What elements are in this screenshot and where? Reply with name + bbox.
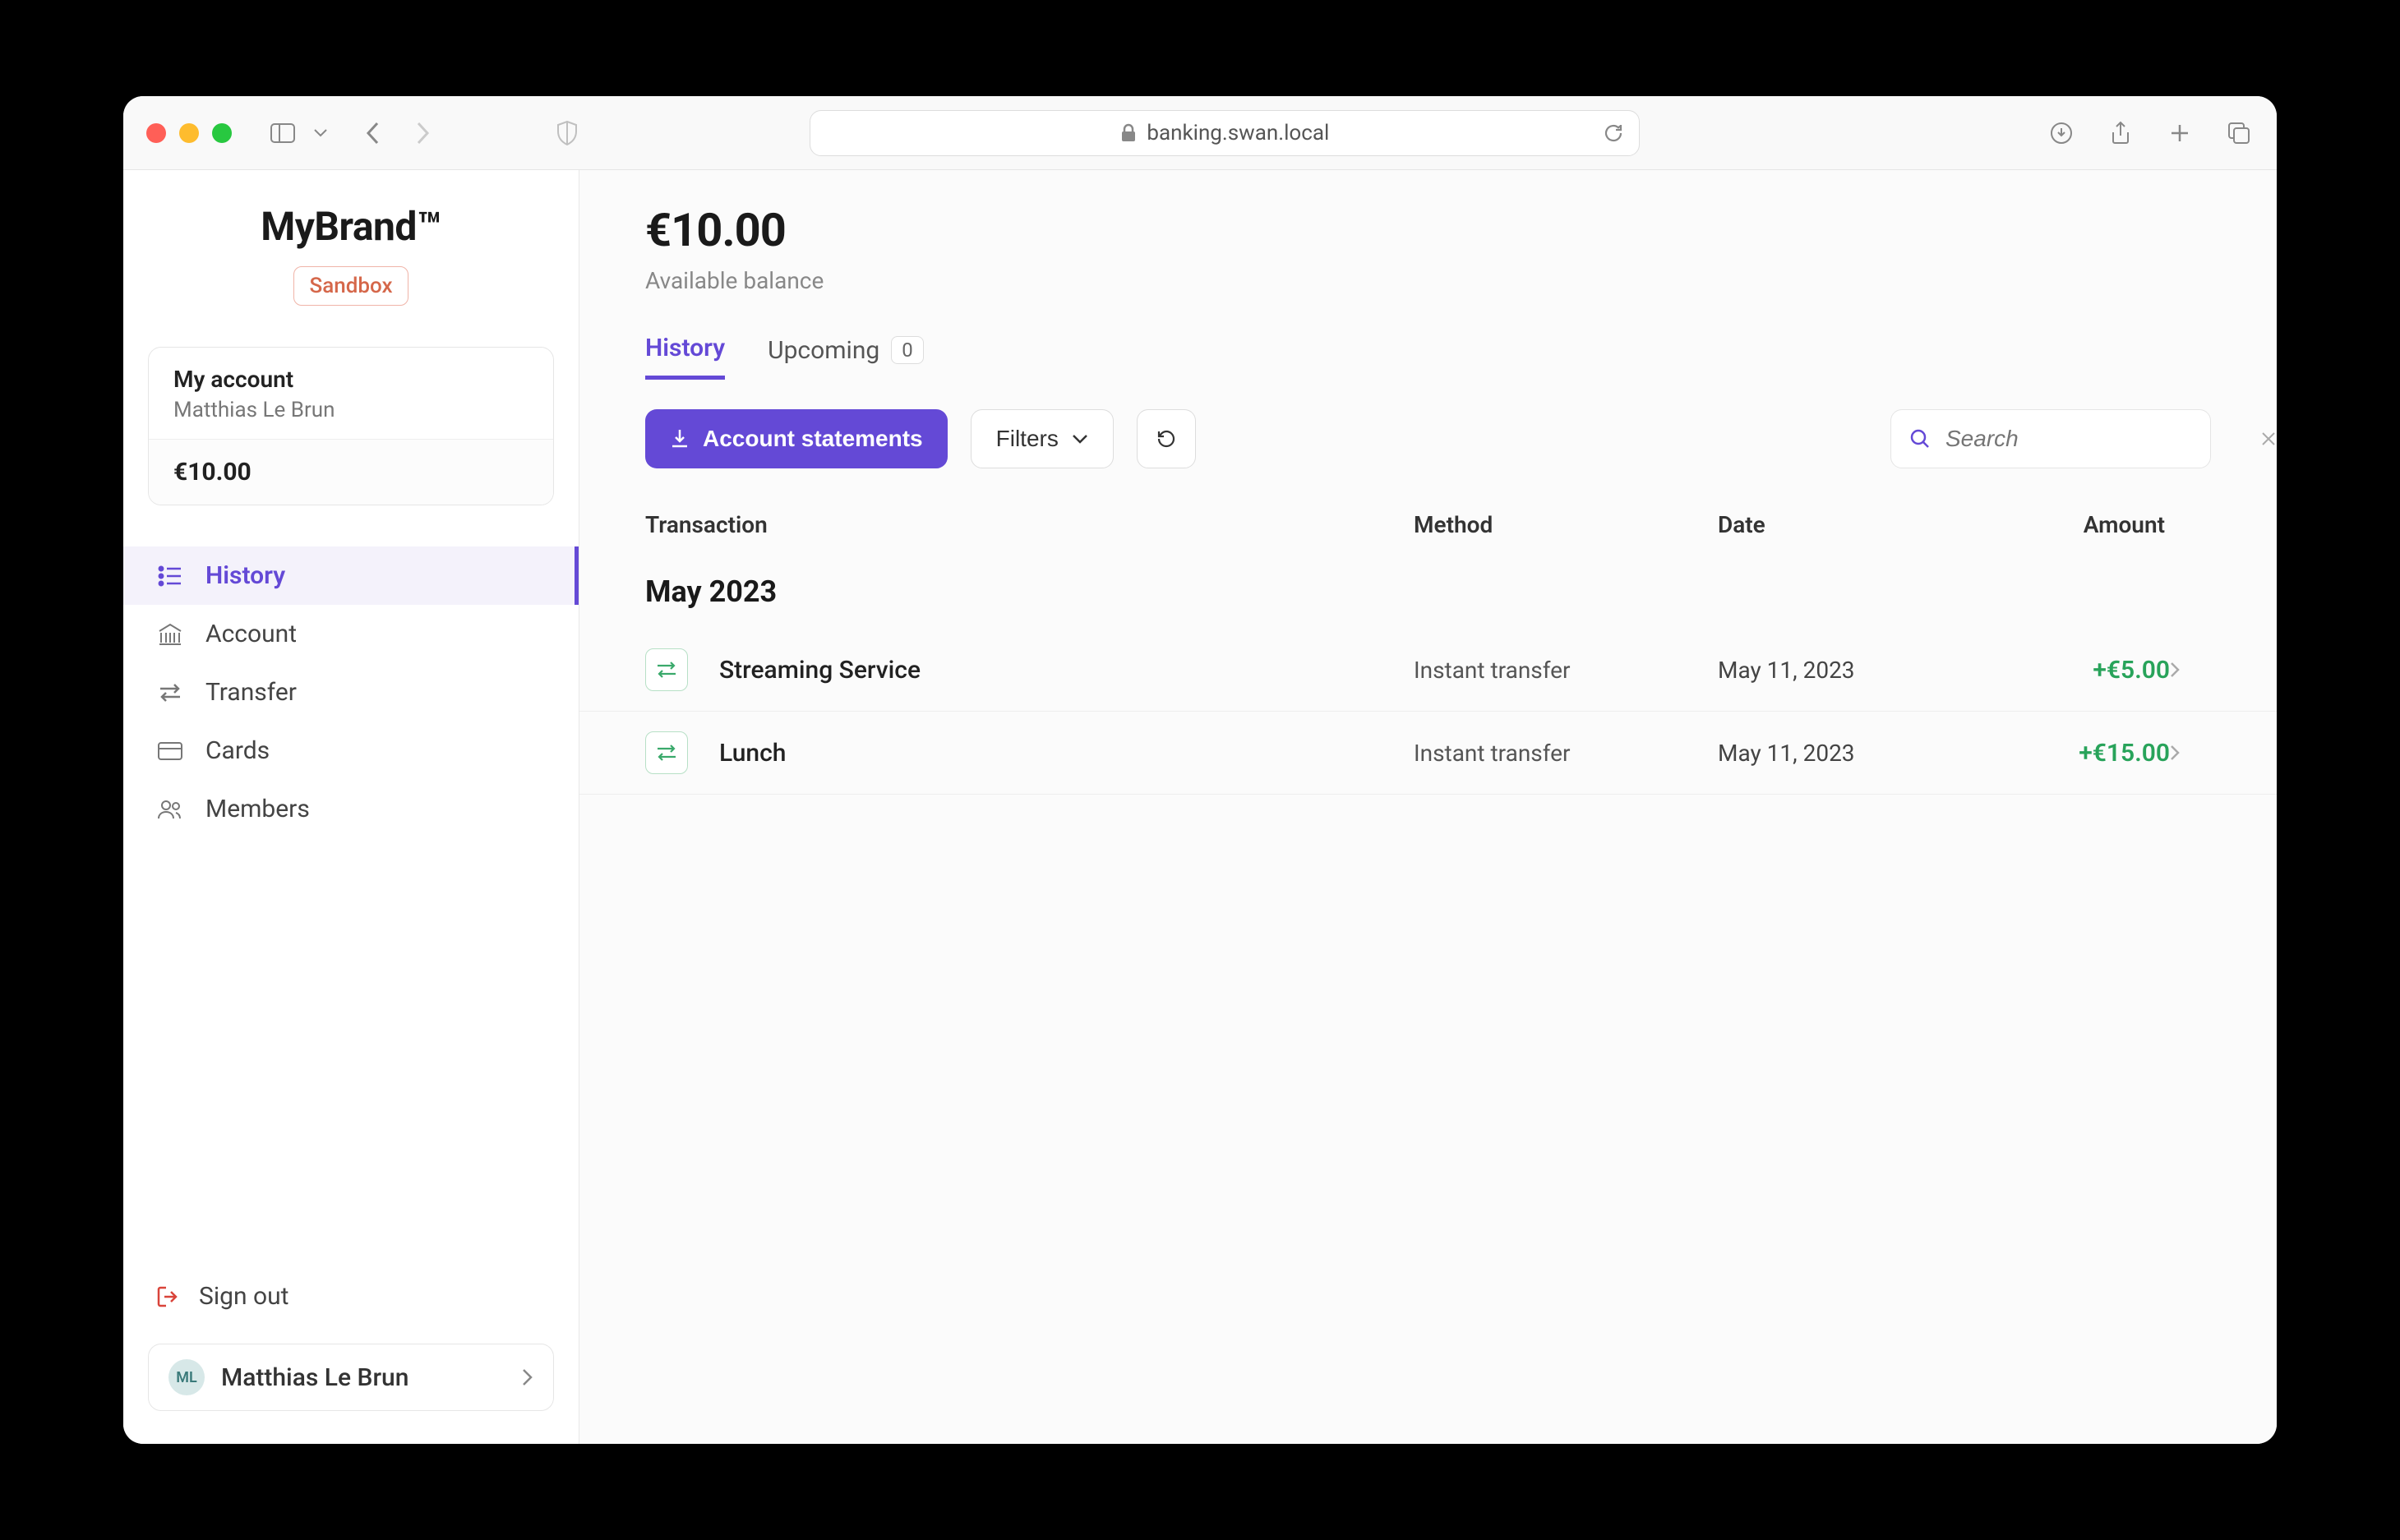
list-icon bbox=[156, 562, 184, 590]
privacy-shield-icon[interactable] bbox=[552, 118, 582, 148]
table-header: Transaction Method Date Amount bbox=[579, 498, 2277, 558]
reload-icon[interactable] bbox=[1603, 122, 1624, 144]
sidebar-item-transfer[interactable]: Transfer bbox=[123, 663, 579, 722]
refresh-icon bbox=[1156, 428, 1177, 450]
tab-label: Upcoming bbox=[768, 336, 879, 365]
search-box[interactable] bbox=[1890, 409, 2211, 468]
column-method: Method bbox=[1414, 511, 1718, 538]
transaction-date: May 11, 2023 bbox=[1718, 657, 1981, 684]
card-icon bbox=[156, 737, 184, 765]
account-card[interactable]: My account Matthias Le Brun €10.00 bbox=[148, 347, 554, 505]
account-statements-label: Account statements bbox=[703, 426, 923, 452]
account-card-balance: €10.00 bbox=[149, 439, 553, 505]
avatar: ML bbox=[168, 1359, 205, 1395]
transaction-name: Streaming Service bbox=[719, 656, 1414, 685]
transaction-date: May 11, 2023 bbox=[1718, 740, 1981, 767]
maximize-window-button[interactable] bbox=[212, 123, 232, 143]
sandbox-badge: Sandbox bbox=[293, 266, 408, 306]
sidebar-item-label: Members bbox=[205, 795, 310, 823]
tab-label: History bbox=[645, 334, 725, 362]
tabs: History Upcoming 0 bbox=[645, 334, 2211, 380]
close-window-button[interactable] bbox=[146, 123, 166, 143]
browser-window: banking.swan.local MyBrand™ Sa bbox=[123, 96, 2277, 1444]
back-button[interactable] bbox=[358, 118, 388, 148]
share-icon[interactable] bbox=[2106, 118, 2135, 148]
tab-history[interactable]: History bbox=[645, 334, 725, 380]
transaction-method: Instant transfer bbox=[1414, 740, 1718, 767]
refresh-button[interactable] bbox=[1137, 409, 1196, 468]
tabs-icon[interactable] bbox=[2224, 118, 2254, 148]
column-amount: Amount bbox=[1981, 511, 2211, 538]
brand-title: MyBrand™ bbox=[148, 203, 554, 250]
main-content: €10.00 Available balance History Upcomin… bbox=[579, 170, 2277, 1444]
account-card-label: My account bbox=[173, 366, 528, 393]
bank-icon bbox=[156, 620, 184, 648]
transaction-amount: +€5.00 bbox=[1981, 656, 2170, 685]
chevron-right-icon bbox=[522, 1368, 533, 1386]
sidebar-item-label: Account bbox=[205, 620, 297, 648]
download-icon bbox=[670, 428, 690, 450]
traffic-lights bbox=[146, 123, 232, 143]
transaction-row[interactable]: Streaming Service Instant transfer May 1… bbox=[579, 629, 2277, 712]
chevron-down-icon bbox=[1072, 434, 1088, 444]
month-header: May 2023 bbox=[579, 558, 2277, 629]
balance-amount: €10.00 bbox=[645, 203, 2211, 257]
lock-icon bbox=[1120, 123, 1137, 143]
sidebar-item-account[interactable]: Account bbox=[123, 605, 579, 663]
profile-name: Matthias Le Brun bbox=[221, 1363, 505, 1392]
transfer-in-icon bbox=[645, 731, 688, 774]
search-icon bbox=[1909, 428, 1931, 450]
sidebar-toggle-group[interactable] bbox=[268, 118, 335, 148]
app-sidebar: MyBrand™ Sandbox My account Matthias Le … bbox=[123, 170, 579, 1444]
sidebar-item-cards[interactable]: Cards bbox=[123, 722, 579, 780]
chevron-right-icon bbox=[2170, 662, 2211, 678]
chevron-down-icon bbox=[306, 118, 335, 148]
column-date: Date bbox=[1718, 511, 1981, 538]
sign-out-label: Sign out bbox=[199, 1282, 288, 1311]
sidebar-nav: History Account Transfer bbox=[123, 546, 579, 838]
browser-toolbar: banking.swan.local bbox=[123, 96, 2277, 170]
sidebar-item-label: History bbox=[205, 561, 285, 590]
sidebar-item-members[interactable]: Members bbox=[123, 780, 579, 838]
filters-label: Filters bbox=[996, 426, 1059, 452]
upcoming-count-badge: 0 bbox=[891, 336, 924, 364]
sign-out-icon bbox=[156, 1285, 181, 1308]
clear-search-icon[interactable] bbox=[2260, 431, 2277, 447]
address-bar[interactable]: banking.swan.local bbox=[810, 110, 1640, 156]
transaction-name: Lunch bbox=[719, 739, 1414, 768]
sidebar-item-label: Transfer bbox=[205, 678, 297, 707]
transaction-row[interactable]: Lunch Instant transfer May 11, 2023 +€15… bbox=[579, 712, 2277, 795]
sidebar-item-history[interactable]: History bbox=[123, 546, 579, 605]
tab-upcoming[interactable]: Upcoming 0 bbox=[768, 336, 924, 378]
account-card-holder: Matthias Le Brun bbox=[173, 398, 528, 422]
balance-label: Available balance bbox=[645, 267, 2211, 294]
transaction-amount: +€15.00 bbox=[1981, 739, 2170, 768]
account-statements-button[interactable]: Account statements bbox=[645, 409, 948, 468]
new-tab-icon[interactable] bbox=[2165, 118, 2195, 148]
profile-button[interactable]: ML Matthias Le Brun bbox=[148, 1344, 554, 1411]
sidebar-item-label: Cards bbox=[205, 736, 270, 765]
members-icon bbox=[156, 795, 184, 823]
minimize-window-button[interactable] bbox=[179, 123, 199, 143]
transfer-in-icon bbox=[645, 648, 688, 691]
filters-button[interactable]: Filters bbox=[971, 409, 1114, 468]
url-text: banking.swan.local bbox=[1147, 121, 1329, 145]
transfer-icon bbox=[156, 679, 184, 707]
actions-row: Account statements Filters bbox=[579, 380, 2277, 498]
sign-out-button[interactable]: Sign out bbox=[123, 1266, 579, 1327]
forward-button[interactable] bbox=[408, 118, 437, 148]
chevron-right-icon bbox=[2170, 745, 2211, 761]
search-input[interactable] bbox=[1945, 426, 2245, 452]
downloads-icon[interactable] bbox=[2047, 118, 2076, 148]
transaction-method: Instant transfer bbox=[1414, 657, 1718, 684]
column-transaction: Transaction bbox=[645, 511, 1414, 538]
sidebar-icon bbox=[268, 118, 298, 148]
